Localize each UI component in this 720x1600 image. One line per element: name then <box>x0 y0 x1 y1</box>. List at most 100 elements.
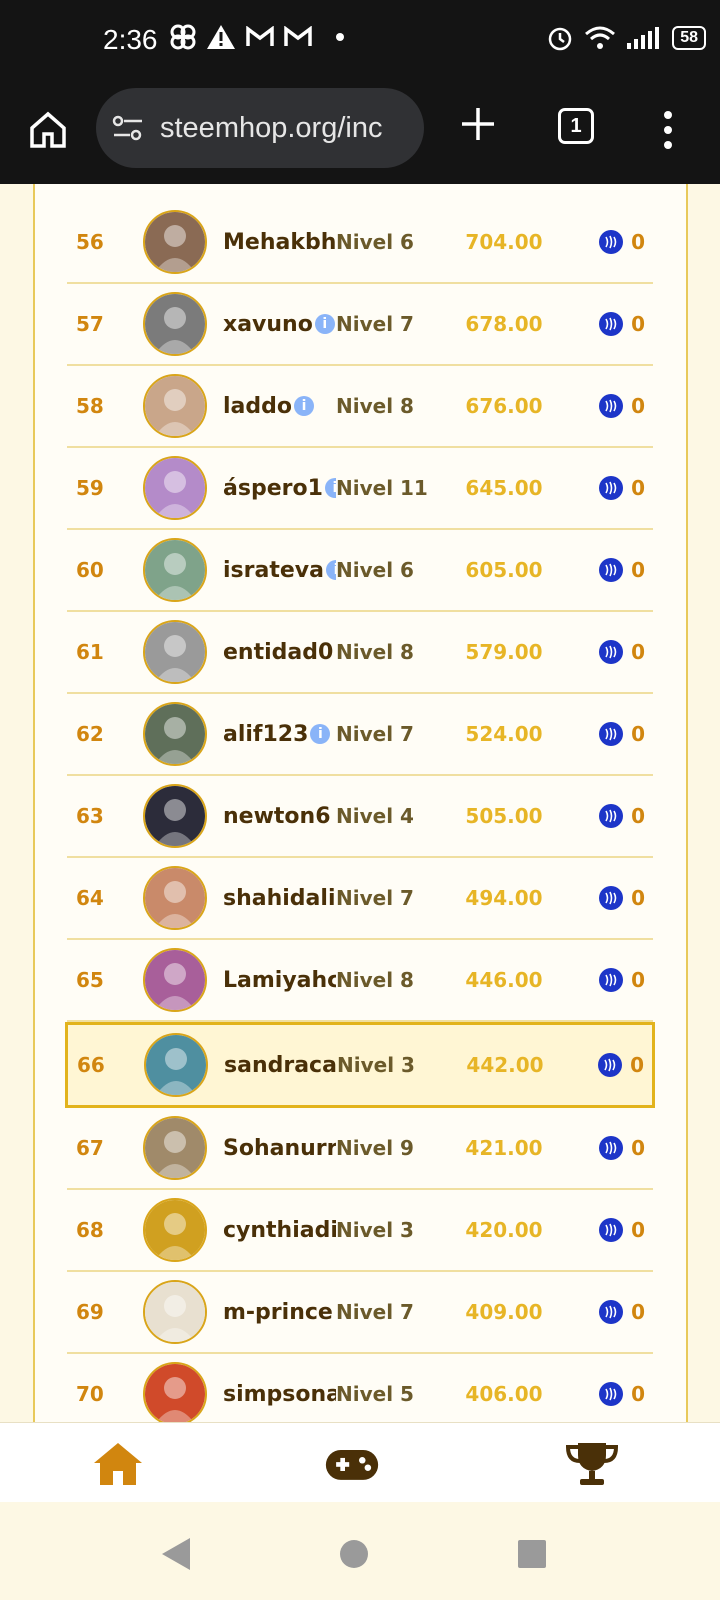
info-icon[interactable]: i <box>314 314 335 334</box>
avatar[interactable] <box>143 292 207 356</box>
overflow-menu-icon[interactable] <box>662 110 674 150</box>
new-tab-icon[interactable] <box>458 104 498 144</box>
rank-number: 66 <box>77 1053 105 1077</box>
username[interactable]: áspero1 i <box>223 476 336 501</box>
gamepad-icon[interactable] <box>324 1439 380 1489</box>
avatar[interactable] <box>143 784 207 848</box>
leaderboard-row[interactable]: 65 Lamiyahc Nivel 8 446.00 0 <box>67 940 653 1022</box>
trophy-icon[interactable] <box>564 1439 620 1489</box>
score-value: 579.00 <box>465 640 543 664</box>
score-value: 704.00 <box>465 230 543 254</box>
username[interactable]: xavuno i <box>223 312 336 337</box>
browser-home-icon[interactable] <box>28 110 68 150</box>
coin-balance: 0 <box>599 640 645 664</box>
username-text: entidad0 <box>223 639 334 665</box>
coin-value: 0 <box>630 1053 644 1077</box>
coin-value: 0 <box>631 312 645 336</box>
coin-balance: 0 <box>599 1136 645 1160</box>
username-text: newton6 <box>223 803 331 829</box>
avatar[interactable] <box>143 1198 207 1262</box>
leaderboard-row[interactable]: 69 m-prince Nivel 7 409.00 0 <box>67 1272 653 1354</box>
notification-icons <box>170 24 348 50</box>
username-text: áspero1 <box>223 475 323 501</box>
pinwheel-icon <box>170 24 196 50</box>
coin-balance: 0 <box>599 1218 645 1242</box>
avatar[interactable] <box>143 210 207 274</box>
avatar[interactable] <box>143 1116 207 1180</box>
score-value: 505.00 <box>465 804 543 828</box>
avatar[interactable] <box>143 1362 207 1422</box>
info-icon[interactable]: i <box>324 478 336 498</box>
username[interactable]: israteva i <box>223 558 336 583</box>
level-label: Nivel 11 <box>336 476 428 500</box>
home-icon[interactable] <box>90 1439 146 1489</box>
leaderboard-row[interactable]: 68 cynthiadi Nivel 3 420.00 0 <box>67 1190 653 1272</box>
leaderboard-row[interactable]: 61 entidad0 Nivel 8 579.00 0 <box>67 612 653 694</box>
level-label: Nivel 8 <box>336 394 414 418</box>
leaderboard-row[interactable]: 58 laddo i Nivel 8 676.00 0 <box>67 366 653 448</box>
coin-balance: 0 <box>599 394 645 418</box>
avatar[interactable] <box>144 1033 208 1097</box>
coin-value: 0 <box>631 886 645 910</box>
url-bar[interactable]: steemhop.org/inc <box>96 88 424 168</box>
tab-switcher-button[interactable]: 1 <box>558 108 594 144</box>
steem-coin-icon <box>599 476 624 500</box>
coin-balance: 0 <box>599 886 645 910</box>
system-status-icons: 58 <box>546 24 706 52</box>
leaderboard-row[interactable]: 56 Mehakbh Nivel 6 704.00 0 <box>67 202 653 284</box>
level-label: Nivel 3 <box>337 1053 415 1077</box>
steem-coin-icon <box>598 1053 623 1077</box>
info-icon[interactable]: i <box>294 396 314 416</box>
username[interactable]: newton6 <box>223 804 336 829</box>
username[interactable]: Mehakbh <box>223 230 336 255</box>
avatar[interactable] <box>143 620 207 684</box>
home-circle-icon[interactable] <box>338 1538 370 1570</box>
username-text: shahidali <box>223 885 336 911</box>
site-settings-icon[interactable] <box>112 114 144 142</box>
username[interactable]: simpsona <box>223 1382 336 1407</box>
leaderboard-row[interactable]: 59 áspero1 i Nivel 11 645.00 0 <box>67 448 653 530</box>
avatar[interactable] <box>143 374 207 438</box>
leaderboard-row[interactable]: 67 Sohanurr Nivel 9 421.00 0 <box>67 1108 653 1190</box>
username[interactable]: Sohanurr <box>223 1136 336 1161</box>
avatar[interactable] <box>143 702 207 766</box>
username-text: alif123 <box>223 721 309 747</box>
username[interactable]: shahidali <box>223 886 336 911</box>
leaderboard-row[interactable]: 70 simpsona Nivel 5 406.00 0 <box>67 1354 653 1422</box>
leaderboard-row[interactable]: 63 newton6 Nivel 4 505.00 0 <box>67 776 653 858</box>
leaderboard-row[interactable]: 66 sandraca Nivel 3 442.00 0 <box>65 1022 655 1108</box>
avatar[interactable] <box>143 866 207 930</box>
steem-coin-icon <box>599 640 624 664</box>
username[interactable]: m-prince <box>223 1300 336 1325</box>
leaderboard-row[interactable]: 57 xavuno i Nivel 7 678.00 0 <box>67 284 653 366</box>
leaderboard-row[interactable]: 60 israteva i Nivel 6 605.00 0 <box>67 530 653 612</box>
warning-icon <box>207 25 235 49</box>
username[interactable]: cynthiadi <box>223 1218 336 1243</box>
level-label: Nivel 5 <box>336 1382 414 1406</box>
username[interactable]: sandraca <box>224 1053 337 1078</box>
username[interactable]: alif123 i <box>223 722 336 747</box>
username[interactable]: laddo i <box>223 394 336 419</box>
score-value: 605.00 <box>465 558 543 582</box>
info-icon[interactable]: i <box>310 724 331 744</box>
coin-balance: 0 <box>598 1053 644 1077</box>
steem-coin-icon <box>599 722 624 746</box>
avatar[interactable] <box>143 948 207 1012</box>
level-label: Nivel 7 <box>336 1300 414 1324</box>
leaderboard-list: 56 Mehakbh Nivel 6 704.00 0 57 xavuno i Nivel 76… <box>65 202 655 1422</box>
avatar[interactable] <box>143 456 207 520</box>
score-value: 421.00 <box>465 1136 543 1160</box>
recents-icon[interactable] <box>516 1538 548 1570</box>
level-label: Nivel 6 <box>336 230 414 254</box>
username[interactable]: Lamiyahc <box>223 968 336 993</box>
avatar[interactable] <box>143 1280 207 1344</box>
leaderboard-row[interactable]: 62 alif123 i Nivel 7 524.00 0 <box>67 694 653 776</box>
username[interactable]: entidad0 <box>223 640 336 665</box>
rank-number: 56 <box>76 230 104 254</box>
score-value: 420.00 <box>465 1218 543 1242</box>
avatar[interactable] <box>143 538 207 602</box>
back-icon[interactable] <box>160 1536 194 1572</box>
steem-coin-icon <box>599 886 624 910</box>
leaderboard-row[interactable]: 64 shahidali Nivel 7 494.00 0 <box>67 858 653 940</box>
info-icon[interactable]: i <box>325 560 336 580</box>
